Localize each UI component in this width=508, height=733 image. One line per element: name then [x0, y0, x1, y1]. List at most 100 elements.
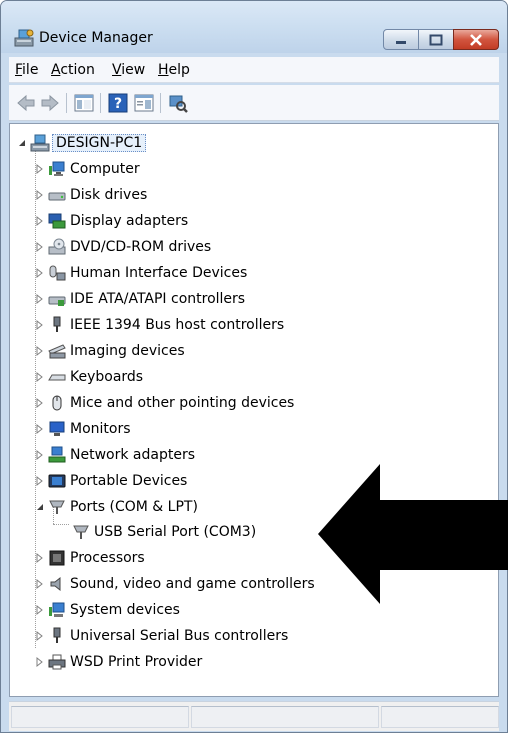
tree-item-label: Monitors: [70, 421, 131, 437]
expand-icon[interactable]: [34, 189, 46, 201]
expand-icon[interactable]: [34, 397, 46, 409]
expand-icon[interactable]: [34, 267, 46, 279]
expand-icon[interactable]: [34, 423, 46, 435]
status-bar: [9, 701, 499, 731]
tree-item-label: Human Interface Devices: [70, 265, 248, 281]
back-button[interactable]: [15, 92, 37, 114]
portable-device-icon: [48, 472, 66, 490]
tree-item-label: Processors: [70, 550, 145, 566]
tree-item-disk-drives[interactable]: Disk drives: [34, 183, 147, 207]
tree-item-label: Mice and other pointing devices: [70, 395, 295, 411]
show-hide-console-tree-button[interactable]: [73, 92, 95, 114]
expand-icon[interactable]: [34, 475, 46, 487]
expand-icon[interactable]: [34, 656, 46, 668]
expand-icon[interactable]: [34, 319, 46, 331]
tree-item-keyboards[interactable]: Keyboards: [34, 365, 143, 389]
tree-item-monitors[interactable]: Monitors: [34, 417, 131, 441]
tree-item-label: Universal Serial Bus controllers: [70, 628, 289, 644]
expand-icon[interactable]: [34, 241, 46, 253]
tree-root[interactable]: DESIGN-PC1: [16, 131, 147, 155]
tree-item-label: Computer: [70, 161, 140, 177]
tree-item-imaging-devices[interactable]: Imaging devices: [34, 339, 185, 363]
processor-icon: [48, 549, 66, 567]
tree-item-display-adapters[interactable]: Display adapters: [34, 209, 188, 233]
ide-controller-icon: [48, 290, 66, 308]
title-bar[interactable]: Device Manager: [1, 1, 507, 53]
status-cell: [191, 706, 379, 728]
back-arrow-icon: [17, 94, 35, 112]
tree-item-label: Disk drives: [70, 187, 148, 203]
expand-icon[interactable]: [34, 604, 46, 616]
expand-icon[interactable]: [34, 293, 46, 305]
toolbar: ?: [9, 85, 499, 121]
tree-item-ports[interactable]: Ports (COM & LPT): [34, 495, 198, 519]
tree-item-label: System devices: [70, 602, 180, 618]
help-button[interactable]: ?: [107, 92, 129, 114]
maximize-button[interactable]: [418, 29, 454, 50]
usb-icon: [48, 627, 66, 645]
tree-item-usb-serial-port[interactable]: USB Serial Port (COM3): [70, 520, 256, 544]
device-tree: DESIGN-PC1 Computer Disk drives Display …: [9, 123, 499, 697]
console-tree-icon: [74, 94, 94, 112]
tree-item-label: Sound, video and game controllers: [70, 576, 315, 592]
tree-item-ieee1394[interactable]: IEEE 1394 Bus host controllers: [34, 313, 284, 337]
sound-icon: [48, 575, 66, 593]
menu-file[interactable]: File: [15, 62, 38, 78]
display-adapter-icon: [48, 212, 66, 230]
expand-icon[interactable]: [34, 215, 46, 227]
tree-item-mice[interactable]: Mice and other pointing devices: [34, 391, 294, 415]
expand-icon[interactable]: [34, 552, 46, 564]
imaging-device-icon: [48, 342, 66, 360]
close-button[interactable]: [453, 29, 499, 50]
tree-item-network-adapters[interactable]: Network adapters: [34, 443, 195, 467]
status-cell: [11, 706, 189, 728]
tree-item-portable-devices[interactable]: Portable Devices: [34, 469, 187, 493]
tree-item-computer[interactable]: Computer: [34, 157, 140, 181]
expand-icon[interactable]: [34, 371, 46, 383]
menu-action[interactable]: Action: [51, 62, 95, 78]
tree-item-sound-video-game[interactable]: Sound, video and game controllers: [34, 572, 315, 596]
tree-item-human-interface-devices[interactable]: Human Interface Devices: [34, 261, 247, 285]
annotation-arrow: [318, 464, 508, 604]
forward-button[interactable]: [39, 92, 61, 114]
computer-icon: [48, 160, 66, 178]
properties-button[interactable]: [133, 92, 155, 114]
expand-icon[interactable]: [34, 578, 46, 590]
expand-icon[interactable]: [34, 630, 46, 642]
tree-item-system-devices[interactable]: System devices: [34, 598, 180, 622]
tree-root-label: DESIGN-PC1: [52, 134, 147, 152]
device-manager-window: Device Manager File Action View Help ? D…: [0, 0, 508, 733]
tree-item-dvd-drives[interactable]: DVD/CD-ROM drives: [34, 235, 211, 259]
maximize-icon: [429, 34, 443, 45]
menu-view[interactable]: View: [112, 62, 145, 78]
expand-icon[interactable]: [34, 449, 46, 461]
tree-item-usb-controllers[interactable]: Universal Serial Bus controllers: [34, 624, 288, 648]
collapse-icon[interactable]: [16, 137, 28, 149]
ieee1394-icon: [48, 316, 66, 334]
expand-icon[interactable]: [34, 345, 46, 357]
mouse-icon: [48, 394, 66, 412]
help-icon: ?: [108, 93, 128, 113]
collapse-icon[interactable]: [34, 501, 46, 513]
tree-item-label: Display adapters: [70, 213, 189, 229]
tree-item-label: Keyboards: [70, 369, 144, 385]
minimize-button[interactable]: [383, 29, 419, 50]
menu-help[interactable]: Help: [158, 62, 190, 78]
window-title: Device Manager: [39, 30, 153, 46]
tree-item-label: Portable Devices: [70, 473, 188, 489]
forward-arrow-icon: [41, 94, 59, 112]
tree-item-ide-controllers[interactable]: IDE ATA/ATAPI controllers: [34, 287, 245, 311]
system-device-icon: [48, 601, 66, 619]
tree-item-wsd-print-provider[interactable]: WSD Print Provider: [34, 650, 202, 674]
computer-root-icon: [30, 134, 50, 152]
disk-drive-icon: [48, 186, 66, 204]
tree-item-label: Imaging devices: [70, 343, 185, 359]
tree-item-processors[interactable]: Processors: [34, 546, 145, 570]
tree-item-label: Ports (COM & LPT): [70, 499, 198, 515]
tree-item-label: Network adapters: [70, 447, 195, 463]
expand-icon[interactable]: [34, 163, 46, 175]
scan-hardware-button[interactable]: [167, 92, 189, 114]
tree-item-label: IDE ATA/ATAPI controllers: [70, 291, 246, 307]
tree-item-label: USB Serial Port (COM3): [94, 524, 257, 540]
hid-icon: [48, 264, 66, 282]
